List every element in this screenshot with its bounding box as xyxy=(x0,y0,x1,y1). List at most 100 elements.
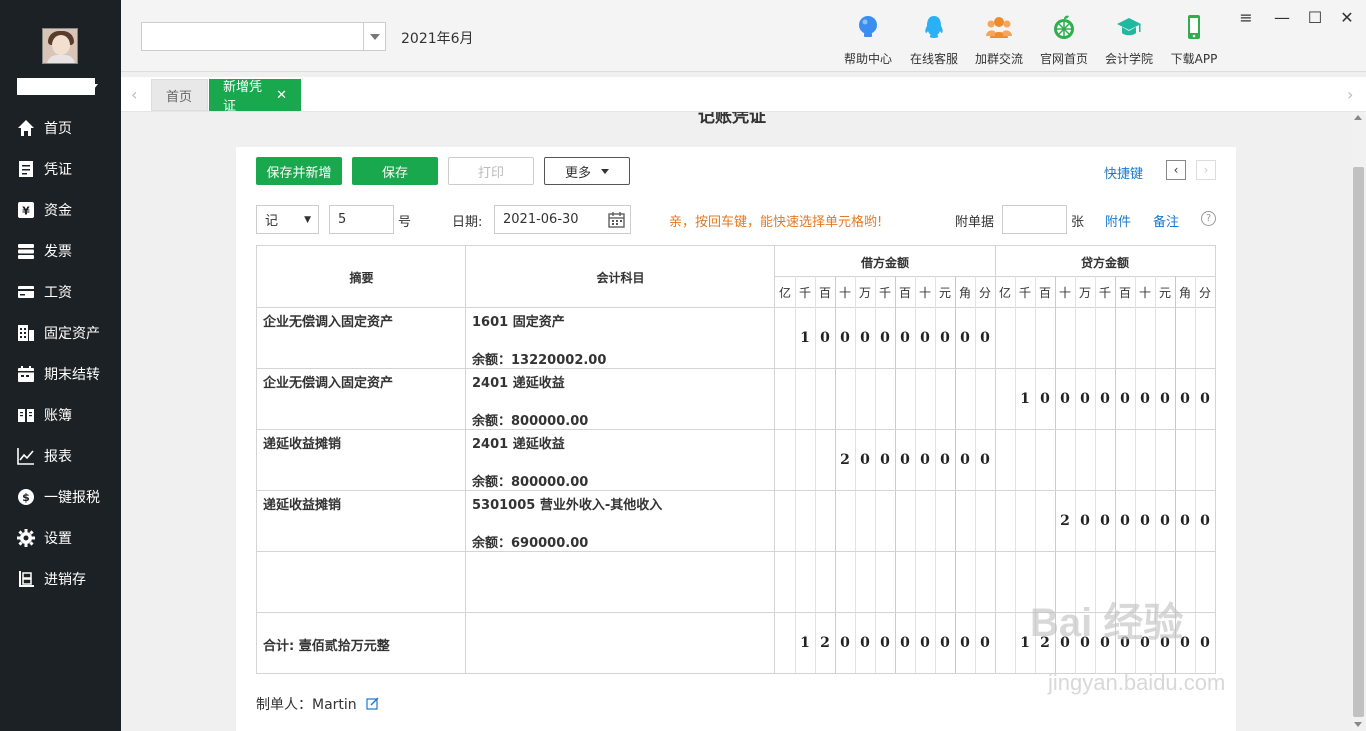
avatar[interactable] xyxy=(42,28,78,64)
row-balance: 余额：13220002.00 xyxy=(472,353,607,368)
tool-download-app[interactable]: 下载APP xyxy=(1164,14,1224,67)
debit-unit-9: 角 xyxy=(958,286,971,300)
row3-credit-digit: 0 xyxy=(1180,513,1190,529)
row0-debit-digit: 0 xyxy=(920,330,930,346)
row2-debit-digit: 0 xyxy=(940,452,950,468)
shortcut-keys-link[interactable]: 快捷键 xyxy=(1104,163,1143,182)
row2-debit-digit: 2 xyxy=(840,452,850,468)
book-icon xyxy=(17,406,35,424)
row-account[interactable]: 1601 固定资产 xyxy=(472,311,565,330)
save-button[interactable]: 保存 xyxy=(352,157,438,185)
sidebar-item-7[interactable]: 账簿 xyxy=(0,394,121,435)
row3-credit-digit: 0 xyxy=(1100,513,1110,529)
tabs-scroll-right-icon[interactable]: › xyxy=(1347,85,1353,104)
voucher-number-input[interactable]: 5 xyxy=(329,205,394,234)
sidebar-item-4[interactable]: 工资 xyxy=(0,271,121,312)
user-menu-caret-icon[interactable] xyxy=(90,84,98,89)
total-debit-digit: 0 xyxy=(900,635,910,651)
vertical-scrollbar[interactable] xyxy=(1351,112,1366,731)
header-credit: 贷方金额 xyxy=(1080,256,1129,270)
chevron-down-icon: ▼ xyxy=(304,214,311,225)
row-abstract[interactable]: 递延收益摊销 xyxy=(263,433,341,452)
calendar-icon[interactable] xyxy=(608,211,625,228)
sidebar-item-1[interactable]: 凭证 xyxy=(0,148,121,189)
row1-credit-digit: 1 xyxy=(1020,391,1030,407)
sidebar-item-11[interactable]: 进销存 xyxy=(0,558,121,599)
row2-debit-digit: 0 xyxy=(860,452,870,468)
more-dropdown[interactable]: 更多 xyxy=(544,157,630,185)
next-voucher-button[interactable]: › xyxy=(1196,160,1216,180)
row2-debit-digit: 0 xyxy=(900,452,910,468)
save-and-new-button[interactable]: 保存并新增 xyxy=(256,157,342,185)
row3-credit-digit: 2 xyxy=(1060,513,1070,529)
row-abstract[interactable]: 企业无偿调入固定资产 xyxy=(263,372,393,391)
debit-unit-4: 万 xyxy=(858,286,871,300)
table-row[interactable] xyxy=(257,429,1215,490)
total-debit-digit: 1 xyxy=(800,635,810,651)
chevron-down-icon[interactable] xyxy=(363,23,385,50)
tab-home[interactable]: 首页 xyxy=(151,79,208,111)
row-abstract[interactable]: 递延收益摊销 xyxy=(263,494,341,513)
sidebar: 首页 凭证 ¥ 资金发票工资 固定资产 期末结转 账簿 报表 $ 一键报税设置进销存 xyxy=(0,0,121,731)
date-input[interactable]: 2021-06-30 xyxy=(494,205,631,234)
scrollbar-thumb[interactable] xyxy=(1353,167,1364,717)
tab-new-voucher[interactable]: 新增凭证 ✕ xyxy=(209,79,301,114)
tool-online-service[interactable]: 在线客服 xyxy=(904,14,964,67)
table-row[interactable] xyxy=(257,307,1215,368)
row-account[interactable]: 2401 递延收益 xyxy=(472,372,565,391)
minimize-icon[interactable]: — xyxy=(1273,8,1291,27)
print-button[interactable]: 打印 xyxy=(448,157,534,185)
sidebar-item-label: 设置 xyxy=(44,530,72,547)
credit-unit-2: 百 xyxy=(1038,286,1051,300)
sidebar-item-0[interactable]: 首页 xyxy=(0,107,121,148)
scroll-down-icon[interactable] xyxy=(1354,722,1362,727)
help-icon[interactable]: ? xyxy=(1201,211,1216,226)
scroll-up-icon[interactable] xyxy=(1354,115,1362,120)
edit-icon[interactable] xyxy=(366,697,379,710)
debit-unit-10: 分 xyxy=(978,286,991,300)
gear-icon xyxy=(17,528,35,547)
sidebar-item-label: 发票 xyxy=(44,243,72,260)
attachment-count-input[interactable] xyxy=(1002,205,1067,234)
sidebar-item-10[interactable]: 设置 xyxy=(0,517,121,558)
tool-help-center[interactable]: 帮助中心 xyxy=(838,14,898,67)
prev-voucher-button[interactable]: ‹ xyxy=(1166,160,1186,180)
row1-credit-digit: 0 xyxy=(1200,391,1210,407)
sidebar-item-2[interactable]: ¥ 资金 xyxy=(0,189,121,230)
row2-debit-digit: 0 xyxy=(960,452,970,468)
inventory-icon xyxy=(17,570,35,588)
note-link[interactable]: 备注 xyxy=(1153,211,1179,230)
company-select[interactable] xyxy=(141,22,386,51)
row-account[interactable]: 5301005 营业外收入-其他收入 xyxy=(472,494,662,513)
close-window-icon[interactable]: ✕ xyxy=(1338,8,1356,27)
attachment-link[interactable]: 附件 xyxy=(1105,211,1131,230)
sidebar-item-6[interactable]: 期末结转 xyxy=(0,353,121,394)
calendar-icon xyxy=(17,365,35,383)
total-debit-digit: 0 xyxy=(840,635,850,651)
row3-credit-digit: 0 xyxy=(1160,513,1170,529)
row-abstract[interactable]: 企业无偿调入固定资产 xyxy=(263,311,393,330)
row1-credit-digit: 0 xyxy=(1120,391,1130,407)
credit-unit-4: 万 xyxy=(1078,286,1091,300)
user-name-redacted[interactable] xyxy=(17,78,95,95)
row1-credit-digit: 0 xyxy=(1160,391,1170,407)
row-account[interactable]: 2401 递延收益 xyxy=(472,433,565,452)
voucher-type-select[interactable]: 记 ▼ xyxy=(256,205,319,234)
building-icon xyxy=(17,324,35,342)
tool-accounting-academy[interactable]: 会计学院 xyxy=(1099,14,1159,67)
debit-unit-2: 百 xyxy=(818,286,831,300)
menu-hamburger-icon[interactable]: ≡ xyxy=(1237,8,1255,27)
tabs-scroll-left-icon[interactable]: ‹ xyxy=(131,85,137,104)
sidebar-item-8[interactable]: 报表 xyxy=(0,435,121,476)
sidebar-item-5[interactable]: 固定资产 xyxy=(0,312,121,353)
tool-join-group[interactable]: 加群交流 xyxy=(969,14,1029,67)
maximize-icon[interactable]: ☐ xyxy=(1306,8,1324,27)
sidebar-item-9[interactable]: $ 一键报税 xyxy=(0,476,121,517)
close-tab-icon[interactable]: ✕ xyxy=(276,88,287,103)
row0-debit-digit: 0 xyxy=(940,330,950,346)
row0-debit-digit: 0 xyxy=(880,330,890,346)
credit-unit-8: 元 xyxy=(1158,286,1171,300)
sidebar-item-3[interactable]: 发票 xyxy=(0,230,121,271)
tool-official-site[interactable]: 官网首页 xyxy=(1034,14,1094,67)
accounting-period[interactable]: 2021年6月 xyxy=(401,28,474,48)
